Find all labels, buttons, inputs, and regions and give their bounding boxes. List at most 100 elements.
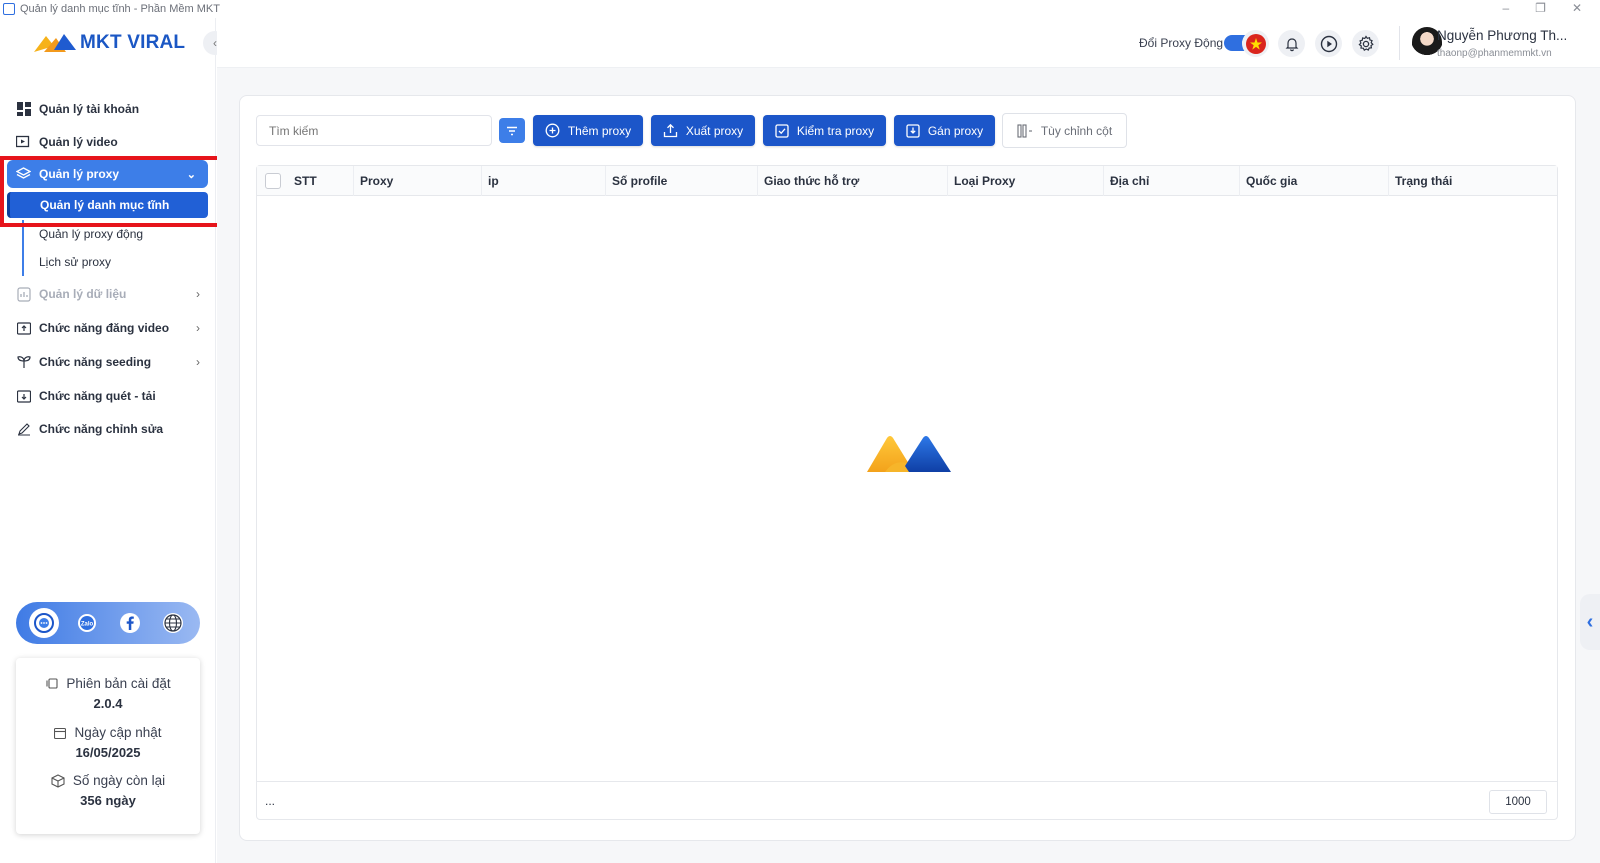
data-icon: [16, 286, 31, 302]
minimize-button[interactable]: –: [1502, 1, 1509, 15]
select-all-checkbox[interactable]: [265, 173, 281, 189]
export-proxy-button[interactable]: Xuất proxy: [651, 115, 755, 146]
filter-icon: [507, 126, 517, 135]
maximize-button[interactable]: ❐: [1535, 1, 1546, 15]
logo-text: MKT VIRAL: [80, 32, 186, 53]
column-header-proxy[interactable]: Proxy: [354, 166, 482, 196]
version-info: Phiên bản cài đặt 2.0.4: [16, 676, 200, 711]
window-controls: – ❐ ✕: [1502, 1, 1582, 15]
language-vn-flag-icon[interactable]: [1242, 30, 1269, 57]
sidebar: MKT VIRAL ‹ Quản lý tài khoản Quản lý vi…: [0, 18, 242, 863]
logo[interactable]: MKT VIRAL: [32, 32, 185, 54]
column-header-address[interactable]: Địa chỉ: [1104, 166, 1240, 196]
globe-icon[interactable]: [158, 608, 188, 638]
customize-columns-label: Tùy chỉnh cột: [1040, 123, 1113, 138]
social-links-bar: Zalo: [16, 602, 200, 644]
highlight-annotation: [0, 156, 242, 227]
download-icon: [16, 389, 31, 404]
column-header-stt[interactable]: STT: [288, 166, 354, 196]
video-icon: [16, 135, 31, 150]
sidebar-item-seeding[interactable]: Chức năng seeding ›: [16, 352, 200, 372]
version-label: Phiên bản cài đặt: [66, 676, 171, 691]
sidebar-item-accounts[interactable]: Quản lý tài khoản: [16, 99, 200, 119]
support-icon[interactable]: [28, 608, 59, 638]
app-icon: [3, 3, 15, 15]
add-proxy-button[interactable]: Thêm proxy: [533, 115, 643, 146]
column-header-ip[interactable]: ip: [482, 166, 606, 196]
plus-circle-icon: [545, 123, 560, 138]
sidebar-item-label: Quản lý video: [39, 135, 118, 149]
sidebar-item-label: Chức năng đăng video: [39, 321, 170, 335]
column-header-protocol[interactable]: Giao thức hỗ trợ: [758, 166, 948, 196]
sidebar-subitem-proxy-history[interactable]: Lịch sử proxy: [22, 248, 111, 276]
edit-icon: [16, 422, 31, 437]
sidebar-item-edit[interactable]: Chức năng chỉnh sửa: [16, 419, 200, 439]
sidebar-subitem-label: Quản lý proxy động: [39, 227, 144, 241]
days-label: Số ngày còn lại: [72, 773, 166, 788]
sidebar-item-data[interactable]: Quản lý dữ liệu ›: [16, 284, 200, 304]
sidebar-item-post-video[interactable]: Chức năng đăng video ›: [16, 318, 200, 338]
sidebar-item-label: Chức năng quét - tải: [39, 389, 156, 403]
sidebar-item-label: Chức năng seeding: [39, 355, 152, 369]
window-titlebar: Quản lý danh mục tĩnh - Phần Mềm MKT – ❐…: [0, 0, 1600, 18]
search-input[interactable]: [256, 115, 492, 146]
play-tutorial-icon[interactable]: [1315, 30, 1342, 57]
box-icon: [51, 773, 65, 788]
user-name[interactable]: Nguyễn Phương Th...: [1437, 28, 1567, 43]
sidebar-item-label: Quản lý dữ liệu: [39, 287, 127, 301]
proxy-toggle-label: Đổi Proxy Động: [1139, 36, 1224, 50]
column-header-profile-count[interactable]: Số profile: [606, 166, 758, 196]
version-value: 2.0.4: [93, 696, 123, 711]
column-header-proxy-type[interactable]: Loại Proxy: [948, 166, 1104, 196]
column-header-country[interactable]: Quốc gia: [1240, 166, 1389, 196]
sidebar-item-label: Chức năng chỉnh sửa: [39, 422, 164, 436]
page-size-select[interactable]: 1000: [1489, 790, 1547, 814]
table-header: STT Proxy ip Số profile Giao thức hỗ trợ…: [257, 166, 1557, 196]
days-value: 356 ngày: [80, 793, 136, 808]
notification-bell-icon[interactable]: [1278, 30, 1305, 57]
assign-proxy-label: Gán proxy: [927, 123, 984, 138]
logo-mark-icon: [34, 34, 76, 52]
export-proxy-label: Xuất proxy: [685, 123, 744, 138]
pagination-ellipsis: ...: [265, 794, 276, 808]
chevron-right-icon: ›: [196, 355, 200, 369]
version-icon: [46, 678, 58, 689]
window-title: Quản lý danh mục tĩnh - Phần Mềm MKT: [20, 3, 220, 15]
close-button[interactable]: ✕: [1572, 1, 1582, 15]
remaining-days-info: Số ngày còn lại 356 ngày: [16, 773, 200, 808]
update-info: Ngày cập nhật 16/05/2025: [16, 725, 200, 760]
facebook-icon[interactable]: [115, 608, 145, 638]
filter-button[interactable]: [499, 118, 525, 143]
top-header: Đổi Proxy Động Nguyễn Phương Th... thaon…: [217, 18, 1600, 68]
calendar-icon: [54, 727, 67, 739]
check-proxy-button[interactable]: Kiểm tra proxy: [763, 115, 886, 146]
empty-state-logo-icon: [865, 434, 953, 479]
import-box-icon: [906, 123, 920, 138]
customize-columns-button[interactable]: Tùy chỉnh cột: [1002, 113, 1127, 148]
sidebar-item-scan-download[interactable]: Chức năng quét - tải: [16, 386, 200, 406]
expand-right-panel-button[interactable]: ‹: [1580, 594, 1600, 650]
zalo-icon[interactable]: Zalo: [72, 608, 102, 638]
upload-icon: [663, 123, 677, 138]
checkbox-icon: [775, 123, 789, 138]
table-footer: ... 1000: [257, 781, 1557, 821]
dashboard-icon: [16, 102, 31, 117]
sidebar-item-video[interactable]: Quản lý video: [16, 132, 200, 152]
update-label: Ngày cập nhật: [74, 725, 162, 740]
seeding-icon: [16, 355, 31, 370]
column-header-status[interactable]: Trạng thái: [1389, 166, 1557, 196]
chevron-right-icon: ›: [196, 321, 200, 335]
check-proxy-label: Kiểm tra proxy: [796, 123, 875, 138]
upload-icon: [16, 321, 31, 336]
chevron-right-icon: ›: [196, 287, 200, 301]
add-proxy-label: Thêm proxy: [567, 123, 632, 138]
update-value: 16/05/2025: [75, 745, 141, 760]
settings-gear-icon[interactable]: [1352, 30, 1379, 57]
svg-text:Zalo: Zalo: [80, 622, 93, 628]
columns-icon: [1017, 123, 1032, 138]
app-info-card: Phiên bản cài đặt 2.0.4 Ngày cập nhật 16…: [16, 658, 200, 834]
assign-proxy-button[interactable]: Gán proxy: [894, 115, 995, 146]
header-divider: [1399, 26, 1400, 60]
proxy-table: STT Proxy ip Số profile Giao thức hỗ trợ…: [256, 165, 1558, 820]
sidebar-item-label: Quản lý tài khoản: [39, 102, 140, 116]
